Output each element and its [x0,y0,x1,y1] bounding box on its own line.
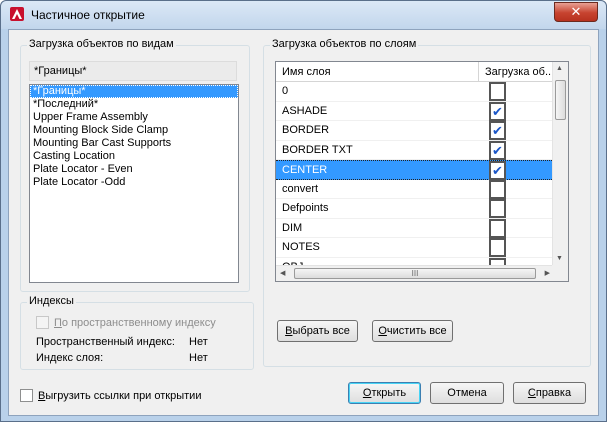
scroll-right-arrow-icon[interactable]: ▶ [545,269,550,277]
cancel-button[interactable]: Отмена [430,382,504,404]
close-button[interactable]: ✕ [554,2,598,22]
checkmark-icon: ✔ [492,123,503,138]
layer-row[interactable]: ASHADE ✔ [276,101,554,121]
views-listbox[interactable]: *Границы* *Последний* Upper Frame Assembly… [29,84,239,283]
help-label-rest: правка [535,387,572,399]
load-objects-checkbox[interactable] [489,218,506,238]
clear-all-button[interactable]: Очистить все [372,320,453,342]
layer-index-label: Индекс слоя: [36,352,104,364]
select-all-button[interactable]: Выбрать все [277,320,358,342]
load-objects-checkbox[interactable] [489,179,506,199]
autocad-logo-icon [10,7,24,21]
column-header-load[interactable]: Загрузка об... [485,66,554,78]
unload-xrefs-label: Выгрузить ссылки при открытии [38,390,202,402]
view-list-item[interactable]: Casting Location [30,150,238,163]
layer-name: 0 [282,85,289,97]
layer-name: ASHADE [282,104,328,117]
layer-row[interactable]: NOTES [276,238,554,258]
layer-row[interactable]: BORDER TXT ✔ [276,140,554,160]
current-view-field: *Границы* [29,61,237,81]
load-objects-checkbox[interactable]: ✔ [489,161,506,180]
layers-grid-rows: 0 ASHADE ✔ BORDER ✔ BORDER TXT ✔ CENTER ✔ convert… [276,82,554,277]
open-label-rest: ткрыть [371,387,407,399]
load-objects-checkbox[interactable]: ✔ [489,101,506,121]
layer-name: BORDER TXT [282,143,353,156]
horizontal-scrollbar[interactable]: ◀ III ▶ [276,265,554,281]
scrollbar-corner [552,265,568,281]
view-list-item[interactable]: Plate Locator -Odd [30,176,238,189]
spatial-index-checkbox-label-rest: о пространственному индексу [61,317,216,329]
load-objects-checkbox[interactable]: ✔ [489,140,506,160]
checkmark-icon: ✔ [492,163,503,178]
indexes-group-label: Индексы [27,295,76,307]
spatial-index-value: Нет [189,336,208,348]
vertical-scrollbar[interactable]: ▲ ▼ [552,62,568,265]
layer-name: NOTES [282,241,320,253]
view-list-item[interactable]: Mounting Bar Cast Supports [30,137,238,150]
spatial-index-checkbox-label: По пространственному индексу [54,317,216,329]
view-list-item[interactable]: *Границы* [30,85,238,98]
layers-grid-header: Имя слоя Загрузка об... [276,62,554,82]
view-list-item[interactable]: *Последний* [30,98,238,111]
layer-row[interactable]: Defpoints [276,199,554,219]
layer-name: convert [282,182,319,195]
vertical-scroll-thumb[interactable] [555,80,566,120]
window-title: Частичное открытие [31,8,145,22]
column-header-layer-name[interactable]: Имя слоя [282,66,331,78]
load-objects-checkbox[interactable] [489,199,506,218]
scroll-left-arrow-icon[interactable]: ◀ [280,269,285,277]
help-button[interactable]: Справка [513,382,586,404]
layer-row[interactable]: CENTER ✔ [276,160,554,180]
select-all-label-rest: ыбрать все [292,325,350,337]
clear-all-label-rest: чистить все [386,325,447,337]
layer-name: Defpoints [282,202,329,214]
load-objects-checkbox[interactable] [489,238,506,257]
scroll-up-arrow-icon[interactable]: ▲ [556,65,563,72]
layer-row[interactable]: 0 [276,82,554,102]
layer-index-value: Нет [189,352,208,364]
layer-name: BORDER [282,124,330,136]
views-group-label: Загрузка объектов по видам [27,38,176,50]
title-bar[interactable]: Частичное открытие ✕ [1,1,606,29]
view-list-item[interactable]: Upper Frame Assembly [30,111,238,124]
spatial-index-label: Пространственный индекс: [36,336,175,348]
layers-group-label: Загрузка объектов по слоям [270,38,419,50]
layer-row[interactable]: BORDER ✔ [276,121,554,141]
horizontal-scroll-thumb[interactable]: III [294,268,536,279]
layer-name: CENTER [282,164,328,176]
open-button[interactable]: Открыть [348,382,421,404]
dialog-window: Частичное открытие ✕ Загрузка объектов п… [0,0,607,422]
layers-grid[interactable]: Имя слоя Загрузка об... 0 ASHADE ✔ BORDER ✔ B… [275,61,569,282]
checkmark-icon: ✔ [492,142,503,158]
layer-row[interactable]: convert [276,179,554,199]
close-icon: ✕ [570,4,582,19]
load-objects-checkbox[interactable] [489,82,506,101]
column-divider[interactable] [478,62,479,82]
unload-xrefs-checkbox[interactable] [20,389,33,402]
layer-row[interactable]: DIM [276,218,554,238]
view-list-item[interactable]: Plate Locator - Even [30,163,238,176]
unload-xrefs-label-rest: ыгрузить ссылки при открытии [45,390,202,402]
view-list-item[interactable]: Mounting Block Side Clamp [30,124,238,137]
checkmark-icon: ✔ [492,103,503,119]
scroll-down-arrow-icon[interactable]: ▼ [556,255,563,262]
layer-name: DIM [282,221,303,234]
load-objects-checkbox[interactable]: ✔ [489,121,506,140]
spatial-index-checkbox[interactable] [36,316,49,329]
